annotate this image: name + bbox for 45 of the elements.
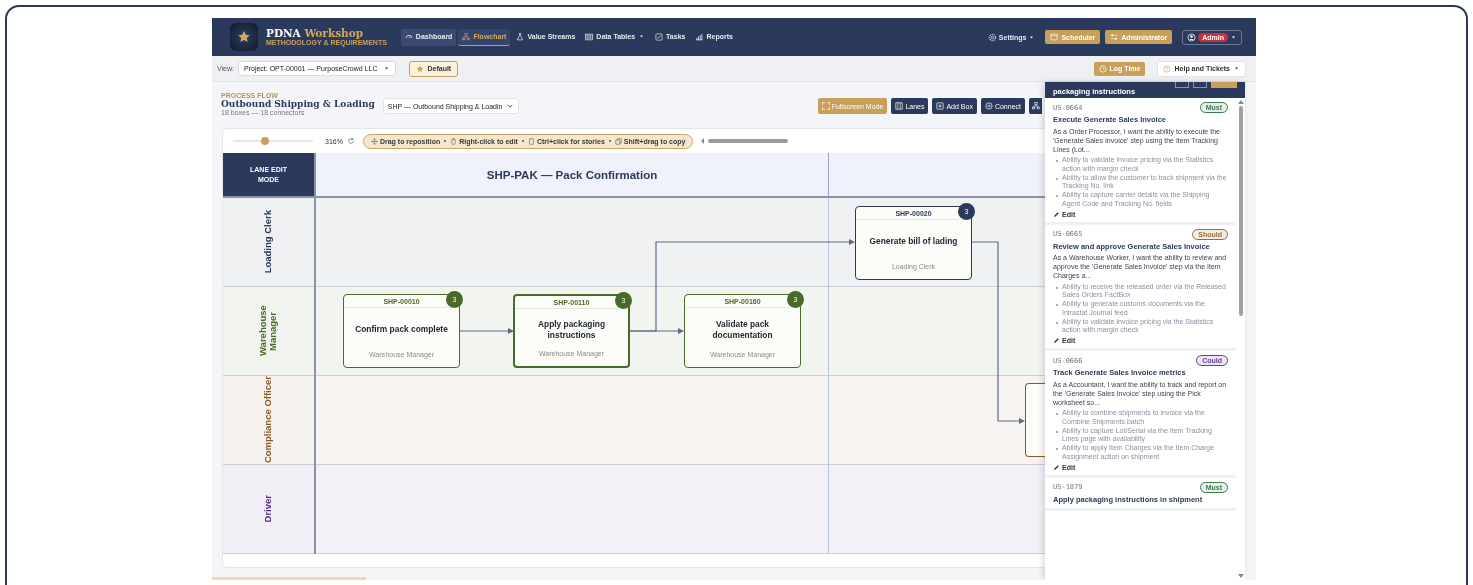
move-icon	[370, 137, 378, 145]
plus-square-icon	[936, 102, 945, 110]
sitemap-icon	[462, 32, 471, 41]
lane-label: Compliance Officer	[263, 376, 274, 464]
horizontal-scrollbar[interactable]	[701, 138, 789, 144]
calendar-icon	[1050, 33, 1059, 41]
bar-chart-icon	[695, 32, 704, 41]
mouse-icon	[450, 137, 458, 145]
columns-icon	[895, 102, 904, 110]
chevron-down-icon	[506, 102, 515, 110]
reset-icon	[346, 137, 355, 145]
zoom-slider-thumb[interactable]	[261, 137, 269, 145]
lane-label: Warehouse Manager	[258, 304, 279, 359]
stage-header: SHP-PAK — Pack Confirmation	[316, 153, 829, 196]
process-box[interactable]	[1025, 383, 1046, 457]
toolbar-button[interactable]	[1029, 98, 1042, 114]
duplicate-icon	[614, 137, 622, 145]
star-icon	[416, 64, 425, 73]
connector-arrow	[459, 328, 514, 334]
help-icon	[1163, 64, 1172, 73]
caret-icon	[1233, 65, 1240, 72]
pencil-icon	[1053, 463, 1060, 471]
panel-header-button[interactable]	[1193, 82, 1207, 88]
checkbox-icon	[655, 32, 664, 41]
panel-header-button[interactable]	[1175, 82, 1189, 88]
gauge-icon	[404, 32, 413, 41]
app-title: PDNA Workshop	[266, 27, 365, 40]
box-title: Validate pack documentation	[711, 318, 774, 342]
star-icon	[237, 30, 251, 44]
box-title: Generate bill of lading	[868, 235, 959, 249]
sitemap-icon	[1032, 102, 1040, 110]
arrow-circle-icon	[984, 102, 993, 110]
page-title: Outbound Shipping & Loading	[221, 99, 375, 109]
gear-icon	[987, 32, 997, 42]
box-title: Confirm pack complete	[354, 323, 449, 337]
box-title: Apply packaging instructions	[537, 318, 606, 342]
clock-icon	[1098, 64, 1107, 73]
lane-label: Driver	[263, 495, 274, 523]
lane-label: Loading Clerk	[263, 210, 274, 274]
sliders-icon	[1110, 33, 1119, 41]
flask-icon	[516, 32, 525, 41]
table-icon	[585, 32, 594, 41]
user-icon	[1187, 32, 1197, 42]
copy-icon	[527, 137, 535, 145]
expand-icon	[821, 102, 830, 110]
